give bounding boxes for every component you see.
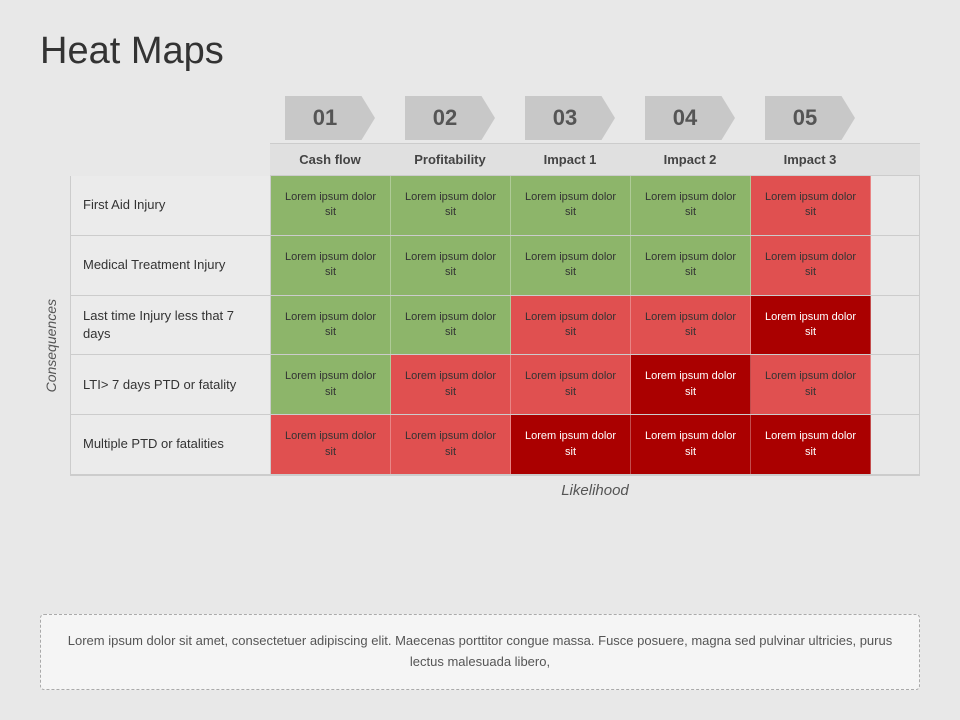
col-label-row: Cash flowProfitabilityImpact 1Impact 2Im… bbox=[270, 143, 920, 176]
grid-cell-r2-c2: Lorem ipsum dolor sit bbox=[391, 236, 511, 295]
arrow-shape-5: 05 bbox=[765, 96, 855, 140]
grid-cell-r2-c1: Lorem ipsum dolor sit bbox=[271, 236, 391, 295]
footer-box: Lorem ipsum dolor sit amet, consectetuer… bbox=[40, 614, 920, 690]
grid-cell-r1-c2: Lorem ipsum dolor sit bbox=[391, 176, 511, 235]
grid-cell-r3-c4: Lorem ipsum dolor sit bbox=[631, 296, 751, 355]
col-label-1: Cash flow bbox=[270, 144, 390, 175]
grid-cell-r2-c4: Lorem ipsum dolor sit bbox=[631, 236, 751, 295]
page-title: Heat Maps bbox=[40, 30, 920, 73]
grid-cell-r2-c5: Lorem ipsum dolor sit bbox=[751, 236, 871, 295]
table-row: Medical Treatment InjuryLorem ipsum dolo… bbox=[71, 236, 919, 296]
table-row: LTI> 7 days PTD or fatalityLorem ipsum d… bbox=[71, 355, 919, 415]
column-headers-area: 0102030405 Cash flowProfitabilityImpact … bbox=[270, 93, 920, 176]
arrow-shape-4: 04 bbox=[645, 96, 735, 140]
table-row: Last time Injury less that 7 daysLorem i… bbox=[71, 296, 919, 356]
arrow-col-1: 01 bbox=[270, 93, 390, 143]
table-area: 0102030405 Cash flowProfitabilityImpact … bbox=[70, 93, 920, 598]
row-label-5: Multiple PTD or fatalities bbox=[71, 415, 271, 474]
main-content: Consequences 01 02 03 04 05 Cash flowProfita… bbox=[40, 93, 920, 598]
arrow-shape-2: 02 bbox=[405, 96, 495, 140]
arrow-col-5: 05 bbox=[750, 93, 870, 143]
col-label-4: Impact 2 bbox=[630, 144, 750, 175]
row-label-2: Medical Treatment Injury bbox=[71, 236, 271, 295]
col-label-3: Impact 1 bbox=[510, 144, 630, 175]
row-label-3: Last time Injury less that 7 days bbox=[71, 296, 271, 355]
grid-cell-r5-c3: Lorem ipsum dolor sit bbox=[511, 415, 631, 474]
grid: First Aid InjuryLorem ipsum dolor sitLor… bbox=[70, 176, 920, 476]
grid-cell-r3-c3: Lorem ipsum dolor sit bbox=[511, 296, 631, 355]
grid-cell-r5-c2: Lorem ipsum dolor sit bbox=[391, 415, 511, 474]
col-label-5: Impact 3 bbox=[750, 144, 870, 175]
footer-text: Lorem ipsum dolor sit amet, consectetuer… bbox=[68, 633, 892, 669]
consequences-label: Consequences bbox=[40, 93, 62, 598]
grid-cell-r4-c1: Lorem ipsum dolor sit bbox=[271, 355, 391, 414]
arrow-shape-3: 03 bbox=[525, 96, 615, 140]
grid-cell-r4-c3: Lorem ipsum dolor sit bbox=[511, 355, 631, 414]
grid-cell-r2-c3: Lorem ipsum dolor sit bbox=[511, 236, 631, 295]
arrow-col-4: 04 bbox=[630, 93, 750, 143]
grid-cell-r5-c4: Lorem ipsum dolor sit bbox=[631, 415, 751, 474]
arrow-col-3: 03 bbox=[510, 93, 630, 143]
grid-cell-r3-c1: Lorem ipsum dolor sit bbox=[271, 296, 391, 355]
arrow-row: 01 02 03 04 05 bbox=[270, 93, 920, 143]
grid-cell-r1-c4: Lorem ipsum dolor sit bbox=[631, 176, 751, 235]
grid-cell-r3-c2: Lorem ipsum dolor sit bbox=[391, 296, 511, 355]
row-label-1: First Aid Injury bbox=[71, 176, 271, 235]
grid-cell-r4-c5: Lorem ipsum dolor sit bbox=[751, 355, 871, 414]
page: Heat Maps Consequences 01 02 03 04 05 Cash f… bbox=[0, 0, 960, 720]
grid-cell-r4-c2: Lorem ipsum dolor sit bbox=[391, 355, 511, 414]
table-row: Multiple PTD or fatalitiesLorem ipsum do… bbox=[71, 415, 919, 475]
arrow-shape-1: 01 bbox=[285, 96, 375, 140]
grid-cell-r1-c5: Lorem ipsum dolor sit bbox=[751, 176, 871, 235]
grid-cell-r5-c5: Lorem ipsum dolor sit bbox=[751, 415, 871, 474]
row-label-4: LTI> 7 days PTD or fatality bbox=[71, 355, 271, 414]
likelihood-label: Likelihood bbox=[270, 482, 920, 499]
grid-cell-r1-c1: Lorem ipsum dolor sit bbox=[271, 176, 391, 235]
grid-cell-r3-c5: Lorem ipsum dolor sit bbox=[751, 296, 871, 355]
grid-cell-r4-c4: Lorem ipsum dolor sit bbox=[631, 355, 751, 414]
grid-cell-r1-c3: Lorem ipsum dolor sit bbox=[511, 176, 631, 235]
grid-cell-r5-c1: Lorem ipsum dolor sit bbox=[271, 415, 391, 474]
arrow-col-2: 02 bbox=[390, 93, 510, 143]
col-label-2: Profitability bbox=[390, 144, 510, 175]
table-row: First Aid InjuryLorem ipsum dolor sitLor… bbox=[71, 176, 919, 236]
